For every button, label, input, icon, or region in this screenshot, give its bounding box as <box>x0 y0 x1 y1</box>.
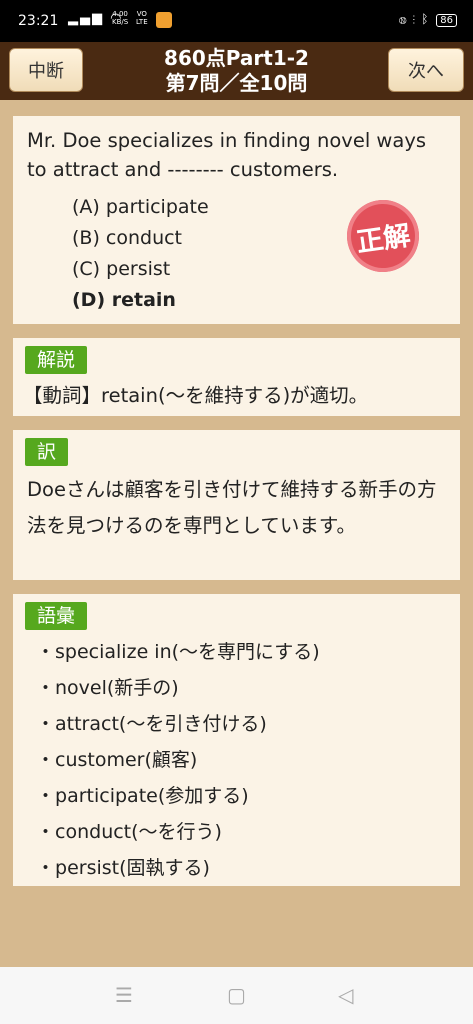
explanation-card: 解説 【動詞】retain(〜を維持する)が適切。 <box>13 338 460 416</box>
choice-d[interactable]: (D) retain <box>72 285 209 316</box>
correct-stamp: 正解 <box>342 195 424 277</box>
menu-icon[interactable]: ☰ <box>115 983 133 1007</box>
list-item: persist(固執する) <box>36 850 320 886</box>
back-icon[interactable]: ◁ <box>338 983 353 1007</box>
list-item: customer(顧客) <box>36 742 320 778</box>
choice-b[interactable]: (B) conduct <box>72 223 209 254</box>
status-right: Ⓝ ⫶ ᛒ 86 <box>399 12 457 27</box>
battery-icon: 86 <box>436 14 457 27</box>
translation-text: Doeさんは顧客を引き付けて維持する新手の方法を見つけるのを専門としています。 <box>27 478 437 537</box>
choice-c[interactable]: (C) persist <box>72 254 209 285</box>
volte-indicator: VO LTE <box>136 10 148 26</box>
list-item: participate(参加する) <box>36 778 320 814</box>
nfc-icon: Ⓝ <box>399 12 407 26</box>
list-item: attract(〜を引き付ける) <box>36 706 320 742</box>
list-item: novel(新手の) <box>36 670 320 706</box>
choices-list: (A) participate (B) conduct (C) persist … <box>72 192 209 316</box>
status-bar: 23:21 ▂▄▆ ◠ 4.00 KB/S VO LTE Ⓝ ⫶ ᛒ 86 <box>0 0 473 42</box>
app-header: 中断 860点Part1-2 第7問／全10問 次へ <box>0 42 473 100</box>
explanation-label: 解説 <box>25 346 88 374</box>
bluetooth-icon: ᛒ <box>421 12 429 26</box>
page-title: 860点Part1-2 第7問／全10問 <box>120 46 353 96</box>
vibrate-icon: ⫶ <box>410 12 418 26</box>
vocabulary-label: 語彙 <box>25 602 88 630</box>
vocabulary-card: 語彙 specialize in(〜を専門にする) novel(新手の) att… <box>13 594 460 886</box>
question-card: Mr. Doe specializes in finding novel way… <box>13 116 460 324</box>
list-item: specialize in(〜を専門にする) <box>36 634 320 670</box>
quit-button[interactable]: 中断 <box>9 48 83 92</box>
vocabulary-list: specialize in(〜を専門にする) novel(新手の) attrac… <box>36 634 320 886</box>
question-text: Mr. Doe specializes in finding novel way… <box>27 129 427 181</box>
home-icon[interactable]: ▢ <box>227 983 246 1007</box>
next-button[interactable]: 次へ <box>388 48 464 92</box>
network-speed: 4.00 KB/S <box>112 10 129 26</box>
translation-label: 訳 <box>25 438 69 466</box>
system-nav-bar: ☰ ▢ ◁ <box>0 967 473 1024</box>
clock: 23:21 <box>18 13 59 29</box>
explanation-text: 【動詞】retain(〜を維持する)が適切。 <box>23 384 369 407</box>
translation-card: 訳 Doeさんは顧客を引き付けて維持する新手の方法を見つけるのを専門としています… <box>13 430 460 580</box>
list-item: conduct(〜を行う) <box>36 814 320 850</box>
title-line-1: 860点Part1-2 <box>164 46 309 70</box>
app-notification-icon <box>156 12 172 28</box>
choice-a[interactable]: (A) participate <box>72 192 209 223</box>
title-line-2: 第7問／全10問 <box>165 71 308 95</box>
